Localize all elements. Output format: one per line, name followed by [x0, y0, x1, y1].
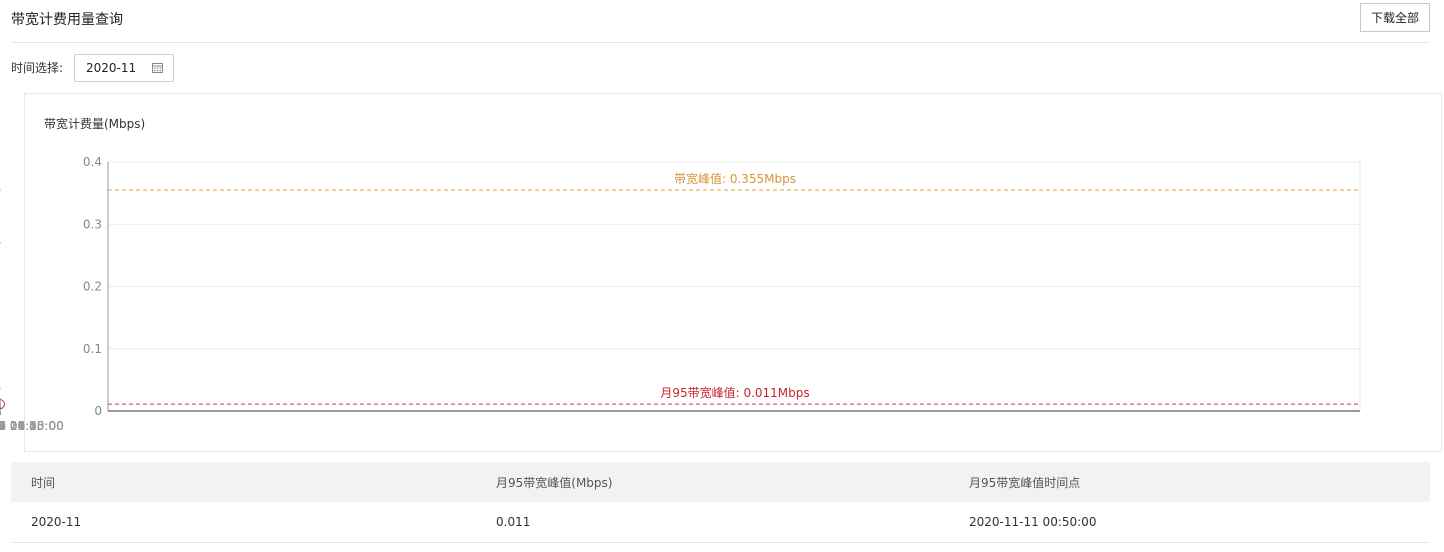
table-row: 2020-11 0.011 2020-11-11 00:50:00: [11, 502, 1430, 543]
table-cell-time: 2020-11: [11, 502, 485, 543]
series-point: [0, 388, 1, 390]
y-tick-label: 0.3: [83, 217, 102, 231]
series-point: [0, 242, 1, 244]
p95-bandwidth-label: 月95带宽峰值: 0.011Mbps: [660, 385, 809, 400]
table-header-row: 时间 月95带宽峰值(Mbps) 月95带宽峰值时间点: [11, 462, 1430, 502]
table-header-time: 时间: [11, 462, 485, 502]
series-point: [0, 398, 1, 400]
table-header-p95-value: 月95带宽峰值(Mbps): [485, 462, 958, 502]
p95-marker: [0, 399, 5, 410]
y-tick-label: 0.4: [83, 155, 102, 169]
y-tick-label: 0.1: [83, 342, 102, 356]
x-tick-label: 2020-11-11 09:35:00: [0, 419, 64, 433]
result-table: 时间 月95带宽峰值(Mbps) 月95带宽峰值时间点 2020-11 0.01…: [11, 462, 1430, 543]
series-point: [0, 189, 1, 191]
table-cell-p95-time: 2020-11-11 00:50:00: [958, 502, 1430, 543]
y-tick-label: 0: [94, 404, 102, 418]
y-tick-label: 0.2: [83, 280, 102, 294]
table-header-p95-time: 月95带宽峰值时间点: [958, 462, 1430, 502]
peak-bandwidth-label: 带宽峰值: 0.355Mbps: [674, 171, 796, 186]
table-cell-p95-value: 0.011: [485, 502, 958, 543]
